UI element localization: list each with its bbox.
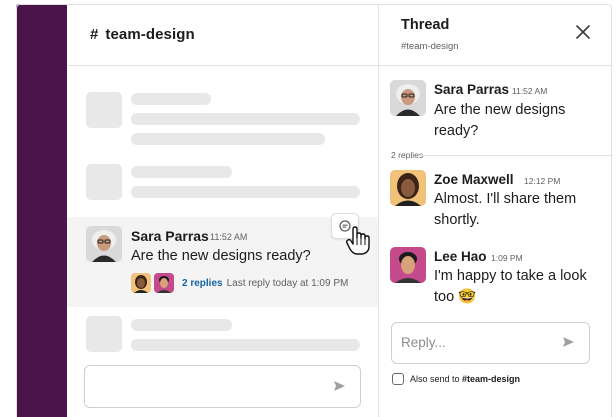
thread-channel-link[interactable]: #team-design	[401, 41, 459, 52]
channel-hash-icon: #	[90, 26, 99, 43]
thread-message-text: Are the new designs ready?	[434, 102, 566, 139]
channel-pane: # team-design Sara Parras 11:52 AM Are t…	[67, 4, 378, 417]
also-send-option[interactable]: Also send to #team-design	[392, 373, 520, 385]
send-icon[interactable]	[562, 336, 575, 348]
skeleton-line	[131, 166, 232, 178]
skeleton-line	[131, 133, 325, 145]
message-author[interactable]: Sara Parras	[131, 228, 209, 244]
also-send-prefix: Also send to	[410, 374, 463, 384]
thread-replies-bar[interactable]: 2 replies Last reply today at 1:09 PM	[131, 273, 348, 293]
thread-message-text: Almost. I'll share them shortly.	[434, 191, 577, 228]
skeleton-avatar	[86, 164, 122, 200]
thread-header: Thread #team-design	[379, 4, 612, 66]
message-body: I'm happy to take a look too	[434, 268, 587, 305]
also-send-label: Also send to #team-design	[410, 374, 520, 384]
avatar[interactable]	[390, 247, 426, 283]
avatar	[154, 273, 174, 293]
app-window: # team-design Sara Parras 11:52 AM Are t…	[0, 0, 616, 417]
also-send-channel: #team-design	[462, 374, 521, 384]
workspace-sidebar	[16, 4, 67, 417]
skeleton-line	[131, 319, 232, 331]
message-composer[interactable]	[84, 365, 361, 408]
nerd-face-emoji-icon: 🤓	[458, 289, 477, 305]
reply-count-link[interactable]: 2 replies	[182, 278, 223, 289]
reply-placeholder: Reply...	[401, 335, 446, 350]
channel-header: # team-design	[67, 4, 378, 66]
thread-pane: Thread #team-design Sara Parras 11:52 AM…	[378, 4, 613, 417]
close-icon[interactable]	[575, 24, 591, 40]
thread-message-timestamp[interactable]: 12:12 PM	[524, 176, 560, 186]
channel-title[interactable]: team-design	[105, 26, 194, 43]
skeleton-line	[131, 113, 360, 125]
skeleton-line	[131, 339, 360, 351]
also-send-checkbox[interactable]	[392, 373, 404, 385]
thread-message-author[interactable]: Sara Parras	[434, 82, 509, 97]
avatar[interactable]	[390, 170, 426, 206]
skeleton-line	[131, 93, 211, 105]
avatar[interactable]	[390, 80, 426, 116]
hand-pointer-icon	[345, 226, 371, 261]
thread-title: Thread	[401, 17, 450, 33]
avatar[interactable]	[86, 226, 122, 262]
thread-message-author[interactable]: Zoe Maxwell	[434, 172, 514, 187]
message-text: Are the new designs ready?	[131, 248, 311, 264]
send-icon[interactable]	[333, 380, 346, 392]
message-timestamp[interactable]: 11:52 AM	[210, 232, 247, 242]
thread-reply-input[interactable]: Reply...	[391, 322, 590, 364]
thread-message-timestamp[interactable]: 11:52 AM	[512, 86, 547, 96]
thread-message-author[interactable]: Lee Hao	[434, 249, 487, 264]
replies-divider	[419, 155, 613, 156]
thread-message-text: I'm happy to take a look too 🤓	[434, 266, 604, 308]
thread-message-timestamp[interactable]: 1:09 PM	[491, 253, 523, 263]
skeleton-avatar	[86, 316, 122, 352]
avatar	[131, 273, 151, 293]
last-reply-text: Last reply today at 1:09 PM	[226, 277, 349, 289]
skeleton-line	[131, 186, 360, 198]
skeleton-avatar	[86, 92, 122, 128]
